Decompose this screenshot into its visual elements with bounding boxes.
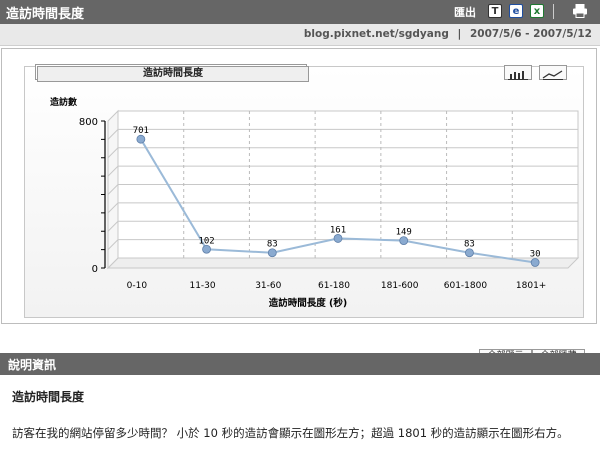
data-point (399, 236, 409, 246)
info-heading: 造訪時間長度 (12, 390, 85, 404)
plot-floor (106, 257, 580, 269)
x-tick-label: 61-180 (318, 281, 350, 291)
data-label: 102 (198, 236, 214, 246)
data-label: 149 (396, 228, 412, 238)
data-label: 83 (464, 240, 475, 250)
separator: | (457, 28, 462, 40)
data-point (530, 258, 540, 267)
info-section-title: 說明資訊 (8, 358, 57, 372)
y-axis-label: 造訪數 (50, 96, 78, 108)
toolbar-divider (553, 4, 554, 19)
report-header-bar: 造訪時間長度 匯出 T e x (0, 0, 600, 24)
line-chart: 0 800造訪數 701 102 83 161 149 83 30 0-10 11-30 31-60 6… (50, 96, 580, 309)
data-point (267, 248, 277, 258)
date-range: 2007/5/6 - 2007/5/12 (470, 28, 592, 40)
site-url: blog.pixnet.net/sgdyang (303, 28, 449, 40)
data-point (465, 248, 474, 258)
info-description: 訪客在我的網站停留多少時間？ 小於 10 秒的造訪會顯示在圖形左方；超過 180… (12, 426, 569, 440)
print-icon[interactable] (572, 4, 588, 18)
report-title: 造訪時間長度 (6, 7, 85, 22)
site-date-info: blog.pixnet.net/sgdyang | 2007/5/6 - 200… (304, 28, 592, 40)
info-section-header: 說明資訊 (0, 353, 600, 375)
data-label: 701 (133, 126, 149, 136)
data-label: 83 (267, 240, 278, 250)
data-point (202, 244, 211, 254)
data-point (136, 134, 146, 144)
y-tick-label: 800 (79, 117, 98, 128)
x-tick-label: 31-60 (255, 281, 281, 291)
site-info-bar: blog.pixnet.net/sgdyang | 2007/5/6 - 200… (0, 24, 600, 46)
x-axis-label: 造訪時間長度 (秒) (269, 297, 348, 309)
x-tick-label: 601-1800 (444, 281, 488, 291)
data-label: 161 (330, 225, 346, 235)
x-tick-label: 1801+ (516, 281, 546, 291)
excel-export-icon[interactable]: x (530, 4, 544, 18)
chart-panel: 造訪時間長度 0 800 造訪數 701 102 83 161 149 83 30 0-10 11-3… (1, 48, 597, 364)
x-tick-label: 181-600 (381, 281, 419, 291)
x-tick-label: 0-10 (127, 281, 148, 291)
data-label: 30 (530, 249, 541, 259)
y-tick-label: 0 (92, 264, 98, 275)
text-export-icon[interactable]: T (488, 4, 502, 18)
data-point (333, 234, 343, 243)
web-export-icon[interactable]: e (509, 4, 523, 18)
x-tick-label: 11-30 (189, 281, 215, 291)
export-label: 匯出 (454, 6, 476, 19)
